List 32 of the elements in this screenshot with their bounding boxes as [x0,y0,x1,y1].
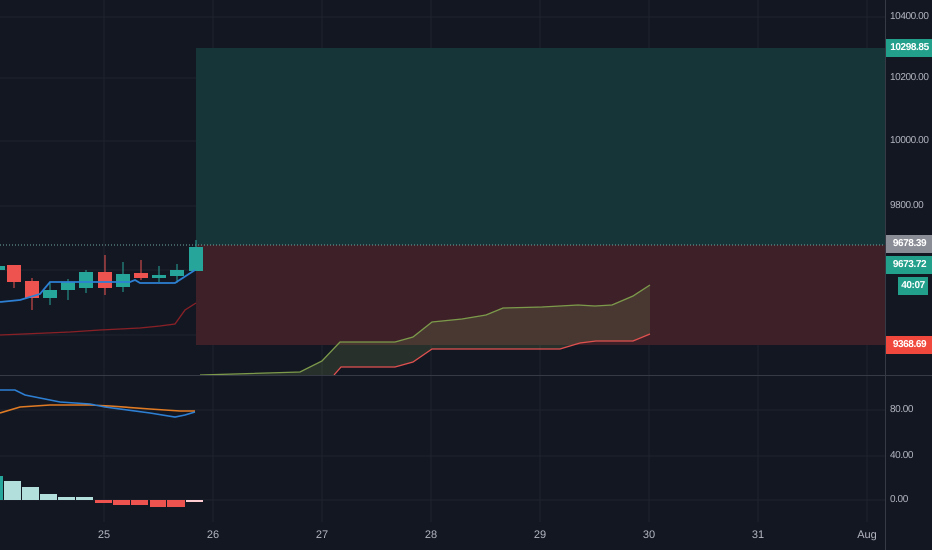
candle [79,270,93,294]
candle [152,266,166,282]
axis-label: 10000.00 [890,134,929,148]
candle [134,260,148,280]
countdown-label: 40:07 [898,277,928,295]
axis-label: 80.00 [890,403,914,417]
price-label: 9678.39 [886,235,932,253]
axis-label: 40.00 [890,449,914,463]
date-label: 27 [314,529,330,541]
axis-label: 9800.00 [890,199,924,213]
date-label: Aug [856,529,878,541]
axis-label: 0.00 [890,493,908,507]
date-label: 25 [96,529,112,541]
candle [116,262,130,292]
date-label: 28 [424,529,438,541]
price-label: 10298.85 [886,39,932,57]
date-label: 26 [206,529,220,541]
axis-label: 10200.00 [890,71,929,85]
candle [25,278,39,310]
date-label: 30 [642,529,656,541]
candle [170,264,184,284]
candle [61,278,75,300]
candle [7,264,21,288]
candle [0,266,5,270]
price-label: 9368.69 [886,336,932,354]
candle [43,282,57,306]
axis-label: 10400.00 [890,10,929,24]
date-label: 29 [532,529,548,541]
candle [98,254,112,296]
price-label: 9673.72 [886,256,932,274]
candle [189,240,203,272]
date-label: 31 [750,529,766,541]
